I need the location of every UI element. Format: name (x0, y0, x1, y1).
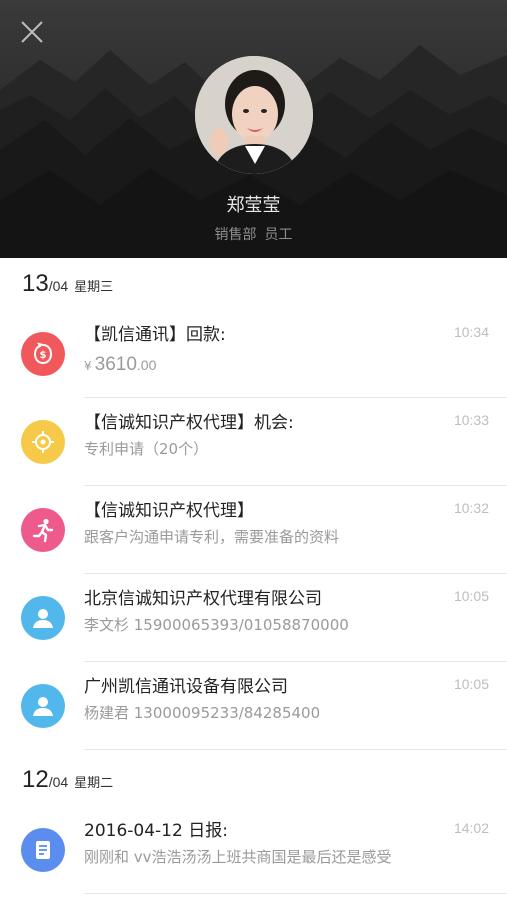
profile-name: 郑莹莹 (226, 195, 281, 216)
profile-subtitle: 销售部 员工 (0, 224, 507, 244)
avatar-portrait (195, 56, 313, 174)
list-item[interactable]: $ 【凯信通讯】回款: ¥3610.00 10:34 (0, 310, 507, 398)
item-subtitle: 李文杉 15900065393/01058870000 (84, 616, 349, 634)
item-amount: ¥3610.00 (84, 354, 156, 376)
divider (84, 893, 507, 894)
item-time: 10:33 (453, 412, 489, 428)
item-time: 10:34 (453, 324, 489, 340)
contact-icon (21, 684, 65, 728)
date-month: /04 (48, 278, 69, 294)
profile-department: 销售部 (214, 227, 257, 243)
date-weekday: 星期二 (74, 776, 114, 791)
target-icon (21, 420, 65, 464)
item-title: 【信诚知识产权代理】机会: (84, 413, 294, 433)
amount-currency: ¥ (84, 359, 92, 373)
item-time: 10:05 (453, 676, 489, 692)
item-subtitle: 杨建君 13000095233/84285400 (84, 704, 321, 722)
date-header: 13 /04 星期三 (22, 270, 113, 300)
contact-icon (21, 596, 65, 640)
date-header: 12 /04 星期二 (22, 766, 113, 796)
item-time: 10:05 (453, 588, 489, 604)
svg-text:$: $ (40, 350, 47, 361)
divider (84, 749, 507, 750)
profile-role: 员工 (264, 227, 293, 243)
date-month: /04 (48, 774, 69, 790)
item-title: 北京信诚知识产权代理有限公司 (84, 589, 322, 609)
report-icon (21, 828, 65, 872)
date-weekday: 星期三 (74, 280, 114, 295)
list-item[interactable]: 2016-04-12 日报: 刚刚和 vv浩浩汤汤上班共商国是最后还是感受 14… (0, 806, 507, 894)
date-day: 12 (22, 766, 49, 793)
item-subtitle: 刚刚和 vv浩浩汤汤上班共商国是最后还是感受 (84, 848, 392, 866)
close-icon (21, 21, 43, 43)
amount-main: 3610 (94, 354, 137, 375)
list-item[interactable]: 【信诚知识产权代理】机会: 专利申请（20个） 10:33 (0, 398, 507, 486)
item-title: 【信诚知识产权代理】 (84, 501, 254, 521)
item-subtitle: 跟客户沟通申请专利，需要准备的资料 (84, 528, 340, 546)
amount-cents: .00 (136, 357, 157, 373)
money-icon: $ (21, 332, 65, 376)
date-day: 13 (22, 270, 49, 297)
avatar[interactable] (195, 56, 313, 174)
item-title: 2016-04-12 日报: (84, 821, 228, 841)
item-subtitle: 专利申请（20个） (84, 440, 209, 458)
list-item[interactable]: 北京信诚知识产权代理有限公司 李文杉 15900065393/010588700… (0, 574, 507, 662)
item-time: 10:32 (453, 500, 489, 516)
close-button[interactable] (16, 16, 48, 48)
list-item[interactable]: 【信诚知识产权代理】 跟客户沟通申请专利，需要准备的资料 10:32 (0, 486, 507, 574)
list-item[interactable]: 广州凯信通讯设备有限公司 杨建君 13000095233/84285400 10… (0, 662, 507, 750)
item-time: 14:02 (453, 820, 489, 836)
item-title: 【凯信通讯】回款: (84, 325, 226, 345)
profile-header: 郑莹莹 销售部 员工 (0, 0, 507, 258)
runner-icon (21, 508, 65, 552)
item-title: 广州凯信通讯设备有限公司 (84, 677, 288, 697)
